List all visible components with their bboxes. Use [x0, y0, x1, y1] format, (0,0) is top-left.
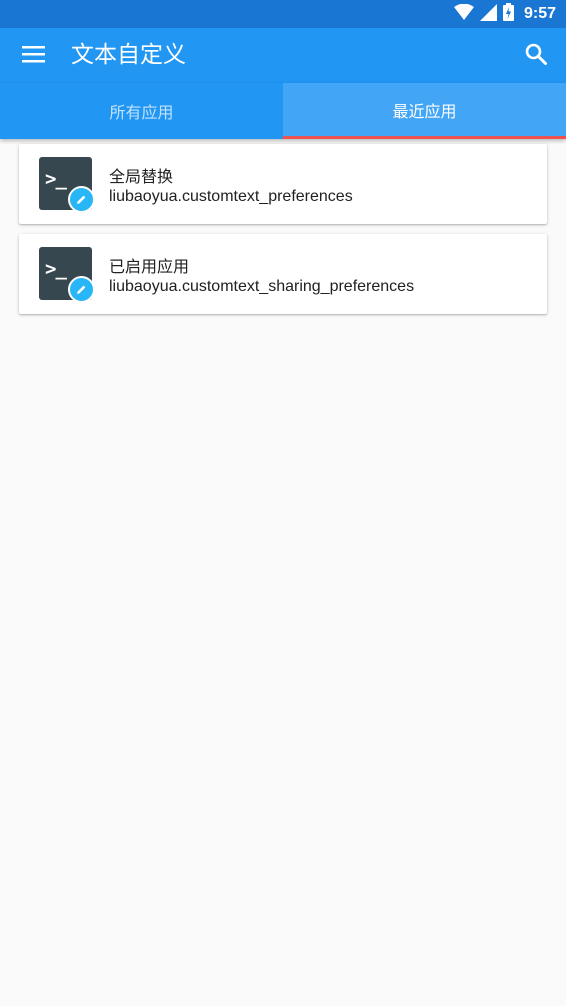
tab-bar: 所有应用 最近应用: [0, 83, 566, 139]
terminal-app-icon: >_: [39, 247, 95, 303]
terminal-app-icon: >_: [39, 157, 95, 213]
search-icon: [525, 43, 547, 69]
item-package-name: liubaoyua.customtext_preferences: [109, 188, 353, 205]
status-icons: 9:57: [453, 0, 556, 28]
pencil-icon: [68, 276, 95, 303]
status-time: 9:57: [523, 5, 556, 22]
wifi-icon: [453, 3, 474, 24]
pencil-icon: [68, 186, 95, 213]
tab-recent-apps[interactable]: 最近应用: [283, 83, 566, 139]
item-title: 已启用应用: [109, 257, 190, 276]
item-title: 全局替换: [109, 167, 174, 186]
battery-icon: [502, 3, 514, 25]
app-title: 文本自定义: [71, 42, 186, 68]
menu-icon: [22, 45, 46, 67]
status-bar: 9:57: [0, 0, 566, 28]
search-button[interactable]: [516, 36, 556, 76]
tab-all-apps[interactable]: 所有应用: [0, 83, 283, 139]
list-item[interactable]: >_ 已启用应用 liubaoyua.customtext_sharing_pr…: [19, 234, 547, 314]
menu-button[interactable]: [14, 36, 54, 76]
signal-icon: [479, 3, 497, 25]
list-item[interactable]: >_ 全局替换 liubaoyua.customtext_preferences: [19, 144, 547, 224]
app-bar: 文本自定义: [0, 28, 566, 83]
item-package-name: liubaoyua.customtext_sharing_preferences: [109, 278, 415, 295]
